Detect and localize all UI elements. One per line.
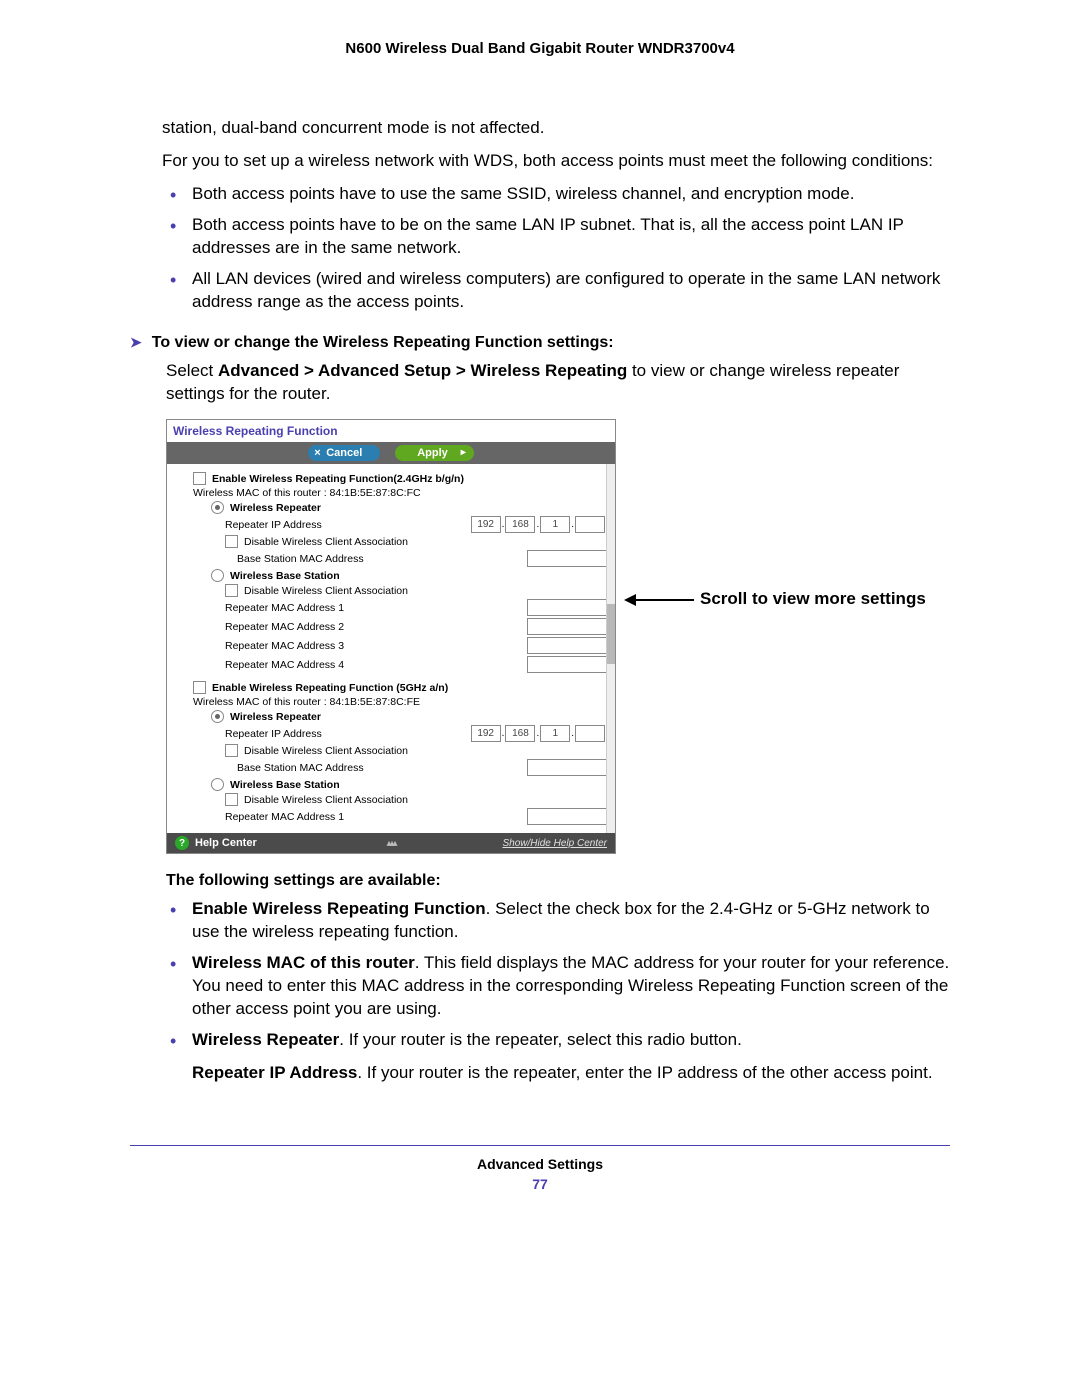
ip5-octet-3[interactable]: 1 [540,725,570,742]
repeater-ip-label: Repeater IP Address [225,519,469,531]
task-breadcrumb-bold: Advanced > Advanced Setup > Wireless Rep… [218,361,627,380]
task-heading-text: To view or change the Wireless Repeating… [152,334,614,351]
rmac4-label: Repeater MAC Address 4 [225,659,527,671]
task-pre: Select [166,361,218,380]
rmac2-input[interactable] [527,618,607,635]
rmac1-input-5[interactable] [527,808,607,825]
repeater-ip-label-5: Repeater IP Address [225,728,469,740]
rmac4-input[interactable] [527,656,607,673]
ip-octet-3[interactable]: 1 [540,516,570,533]
repeater-ip-bold: Repeater IP Address [192,1063,357,1082]
disable-assoc-label-2: Disable Wireless Client Association [244,585,607,597]
enable-5-checkbox[interactable] [193,681,206,694]
panel-body: Enable Wireless Repeating Function(2.4GH… [167,464,615,833]
repeater-label: Wireless Repeater [230,502,607,514]
base-station-radio-5[interactable] [211,778,224,791]
rmac1-label-5: Repeater MAC Address 1 [225,811,527,823]
condition-item: All LAN devices (wired and wireless comp… [170,268,950,314]
setting-item: Wireless MAC of this router. This field … [170,952,950,1021]
scroll-annotation: Scroll to view more settings [626,589,926,609]
arrow-left-icon [626,599,694,601]
base-station-label: Wireless Base Station [230,570,607,582]
enable-24-checkbox[interactable] [193,472,206,485]
rmac2-label: Repeater MAC Address 2 [225,621,527,633]
repeater-ip-text: . If your router is the repeater, enter … [357,1063,932,1082]
setting-item: Enable Wireless Repeating Function. Sele… [170,898,950,944]
mac-5-label: Wireless MAC of this router : 84:1B:5E:8… [193,696,607,708]
condition-item: Both access points have to be on the sam… [170,214,950,260]
repeater-label-5: Wireless Repeater [230,711,607,723]
base-station-label-5: Wireless Base Station [230,779,607,791]
setting-name: Enable Wireless Repeating Function [192,899,486,918]
triangle-bullet-icon: ➤ [130,334,142,350]
disable-assoc-checkbox-5b[interactable] [225,793,238,806]
help-icon: ? [175,836,189,850]
base-mac-input-5[interactable] [527,759,607,776]
settings-available-list: Enable Wireless Repeating Function. Sele… [130,898,950,1085]
rmac3-input[interactable] [527,637,607,654]
base-mac-input[interactable] [527,550,607,567]
help-center-bar[interactable]: ? Help Center ▴▴▴ Show/Hide Help Center [167,833,615,853]
ip-octet-2[interactable]: 168 [505,516,535,533]
disable-assoc-checkbox-5a[interactable] [225,744,238,757]
conditions-list: Both access points have to use the same … [130,183,950,314]
enable-24-label: Enable Wireless Repeating Function(2.4GH… [212,473,607,485]
panel-title: Wireless Repeating Function [167,420,615,442]
page-footer: Advanced Settings 77 [130,1145,950,1192]
chevron-up-icon[interactable]: ▴▴▴ [386,838,395,849]
disable-assoc-checkbox-24a[interactable] [225,535,238,548]
disable-assoc-label-5: Disable Wireless Client Association [244,745,607,757]
enable-5-label: Enable Wireless Repeating Function (5GHz… [212,682,607,694]
repeater-ip-fields-5: 192. 168. 1. [469,725,607,742]
help-center-label: Help Center [195,837,257,849]
page-number: 77 [130,1176,950,1192]
base-mac-label-5: Base Station MAC Address [237,762,527,774]
settings-panel-screenshot: Wireless Repeating Function Cancel Apply… [166,419,616,854]
repeater-ip-fields: 192. 168. 1. [469,516,607,533]
setting-name: Wireless Repeater [192,1030,339,1049]
page-header: N600 Wireless Dual Band Gigabit Router W… [130,40,950,57]
rmac1-label: Repeater MAC Address 1 [225,602,527,614]
annotation-text: Scroll to view more settings [700,589,926,609]
scrollbar[interactable] [606,464,615,833]
base-station-radio-24[interactable] [211,569,224,582]
settings-available-heading: The following settings are available: [166,872,950,890]
setting-name: Wireless MAC of this router [192,953,415,972]
setting-desc: . If your router is the repeater, select… [339,1030,742,1049]
disable-assoc-checkbox-24b[interactable] [225,584,238,597]
repeater-radio-24[interactable] [211,501,224,514]
intro-paragraph-2: For you to set up a wireless network wit… [162,150,950,173]
rmac3-label: Repeater MAC Address 3 [225,640,527,652]
mac-24-label: Wireless MAC of this router : 84:1B:5E:8… [193,487,607,499]
disable-assoc-label: Disable Wireless Client Association [244,536,607,548]
ip5-octet-1[interactable]: 192 [471,725,501,742]
ip-octet-1[interactable]: 192 [471,516,501,533]
footer-section-label: Advanced Settings [130,1156,950,1172]
disable-assoc-label-5b: Disable Wireless Client Association [244,794,607,806]
show-hide-help-link[interactable]: Show/Hide Help Center [503,838,608,849]
cancel-button[interactable]: Cancel [308,445,380,461]
condition-item: Both access points have to use the same … [170,183,950,206]
ip-octet-4[interactable] [575,516,605,533]
rmac1-input[interactable] [527,599,607,616]
ip5-octet-4[interactable] [575,725,605,742]
base-mac-label: Base Station MAC Address [237,553,527,565]
setting-item: Wireless Repeater. If your router is the… [170,1029,950,1085]
intro-paragraph-1: station, dual-band concurrent mode is no… [162,117,950,140]
repeater-radio-5[interactable] [211,710,224,723]
apply-button[interactable]: Apply [395,445,474,461]
task-instruction: Select Advanced > Advanced Setup > Wirel… [166,360,950,406]
ip5-octet-2[interactable]: 168 [505,725,535,742]
panel-button-bar: Cancel Apply [167,442,615,464]
task-heading: ➤ To view or change the Wireless Repeatin… [130,334,950,352]
